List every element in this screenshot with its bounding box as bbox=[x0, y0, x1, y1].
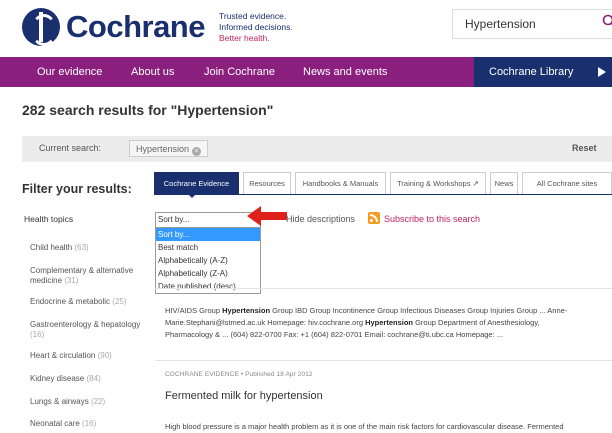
tab-all-cochrane-sites[interactable]: All Cochrane sites bbox=[522, 172, 612, 194]
results-title: 282 search results for "Hypertension" bbox=[22, 102, 274, 118]
tagline-line-1: Trusted evidence. bbox=[219, 11, 287, 21]
cochrane-library-label: Cochrane Library bbox=[489, 66, 574, 78]
rss-icon bbox=[368, 212, 380, 224]
topic-name: Child health bbox=[30, 243, 73, 252]
tab-news[interactable]: News bbox=[490, 172, 518, 194]
current-search-label: Current search: bbox=[39, 143, 102, 153]
keyword-highlight: Hypertension bbox=[222, 306, 271, 315]
result-divider bbox=[155, 360, 612, 361]
remove-chip-icon[interactable]: × bbox=[192, 147, 202, 156]
topic-name: Neonatal care bbox=[30, 419, 80, 428]
sort-select[interactable]: Sort by... bbox=[155, 212, 261, 228]
tab-training-label: Training & Workshops bbox=[397, 179, 471, 188]
topic-complementary-medicine[interactable]: Complementary & alternative medicine (31… bbox=[30, 266, 146, 286]
tab-resources[interactable]: Resources bbox=[243, 172, 291, 194]
tab-cochrane-evidence[interactable]: Cochrane Evidence bbox=[154, 172, 239, 194]
search-icon[interactable] bbox=[602, 14, 612, 28]
keyword-highlight: Hypertension bbox=[365, 318, 414, 327]
red-arrow-annotation-icon bbox=[247, 206, 287, 226]
result-snippet: HIV/AIDS Group Hypertension Group IBD Gr… bbox=[165, 305, 605, 341]
snippet-line-1: HIV/AIDS Group Hypertension Group IBD Gr… bbox=[165, 306, 568, 315]
topic-count: (22) bbox=[90, 397, 106, 406]
topic-lungs-airways[interactable]: Lungs & airways (22) bbox=[30, 397, 146, 407]
sort-option-sort-by[interactable]: Sort by... bbox=[156, 228, 260, 241]
reset-link[interactable]: Reset bbox=[572, 143, 597, 153]
hide-descriptions-link[interactable]: Hide descriptions bbox=[286, 214, 355, 224]
topic-child-health[interactable]: Child health (63) bbox=[30, 243, 146, 253]
sort-option-best-match[interactable]: Best match bbox=[156, 241, 260, 254]
topic-count: (16) bbox=[82, 419, 97, 428]
cochrane-logo-icon bbox=[22, 8, 60, 46]
result-title-link[interactable]: Fermented milk for hypertension bbox=[165, 390, 323, 402]
tagline-line-3: Better health. bbox=[219, 33, 270, 43]
logo-text: Cochrane bbox=[66, 9, 205, 44]
chip-label: Hypertension bbox=[136, 144, 190, 154]
topic-name: Kidney disease bbox=[30, 374, 85, 383]
nav-our-evidence[interactable]: Our evidence bbox=[37, 57, 102, 87]
cochrane-logo[interactable]: Cochrane bbox=[22, 8, 205, 46]
topic-name: Gastroenterology & hepatology bbox=[30, 320, 141, 329]
site-header: Cochrane Trusted evidence. Informed deci… bbox=[0, 0, 612, 55]
sort-option-alpha-az[interactable]: Alphabetically (A-Z) bbox=[156, 254, 260, 267]
snippet-line-3: Pharmacology & ... (604) 822-0700 Fax: +… bbox=[165, 330, 504, 339]
topic-count: (84) bbox=[86, 374, 101, 383]
play-arrow-icon bbox=[598, 67, 606, 77]
cochrane-library-button[interactable]: Cochrane Library bbox=[474, 57, 612, 87]
tab-underline bbox=[154, 194, 612, 195]
topic-heart-circulation[interactable]: Heart & circulation (90) bbox=[30, 351, 146, 361]
subscribe-link[interactable]: Subscribe to this search bbox=[384, 214, 480, 224]
filter-title: Filter your results: bbox=[22, 182, 132, 196]
active-tab-notch bbox=[188, 194, 196, 198]
topic-neonatal-care[interactable]: Neonatal care (16) bbox=[30, 419, 146, 429]
nav-about-us[interactable]: About us bbox=[131, 57, 174, 87]
topic-name: Complementary & alternative medicine bbox=[30, 266, 134, 285]
current-search-bar: Current search: Hypertension × Reset bbox=[22, 136, 612, 162]
topic-kidney-disease[interactable]: Kidney disease (84) bbox=[30, 374, 146, 384]
topic-count: (25) bbox=[112, 297, 127, 306]
sort-options-list: Sort by... Best match Alphabetically (A-… bbox=[155, 227, 261, 294]
topic-endocrine-metabolic[interactable]: Endocrine & metabolic (25) bbox=[30, 297, 146, 307]
search-input[interactable]: Hypertension bbox=[452, 9, 612, 39]
result-meta: COCHRANE EVIDENCE • Published 18 Apr 201… bbox=[165, 371, 313, 378]
topic-gastroenterology[interactable]: Gastroenterology & hepatology (16) bbox=[30, 320, 146, 340]
topic-count: (31) bbox=[64, 276, 79, 285]
tagline: Trusted evidence. Informed decisions. Be… bbox=[219, 11, 293, 44]
tagline-line-2: Informed decisions. bbox=[219, 22, 293, 32]
main-nav: Our evidence About us Join Cochrane News… bbox=[0, 57, 612, 87]
nav-news-and-events[interactable]: News and events bbox=[303, 57, 387, 87]
search-term-chip[interactable]: Hypertension × bbox=[129, 140, 209, 157]
topic-name: Heart & circulation bbox=[30, 351, 96, 360]
sort-option-alpha-za[interactable]: Alphabetically (Z-A) bbox=[156, 267, 260, 280]
topic-count: (63) bbox=[74, 243, 89, 252]
snippet-line-2: Marie.Stephani@lstmed.ac.uk Homepage: hi… bbox=[165, 318, 540, 327]
result-description: High blood pressure is a major health pr… bbox=[165, 422, 564, 431]
topic-count: (16) bbox=[30, 330, 45, 339]
topic-name: Endocrine & metabolic bbox=[30, 297, 111, 306]
topic-count: (90) bbox=[97, 351, 112, 360]
topic-name: Lungs & airways bbox=[30, 397, 89, 406]
tab-training-workshops[interactable]: Training & Workshops ↗ bbox=[390, 172, 486, 194]
health-topics-heading: Health topics bbox=[24, 214, 74, 224]
tab-handbooks-manuals[interactable]: Handbooks & Manuals bbox=[295, 172, 386, 194]
sort-option-date-desc[interactable]: Date published (desc) bbox=[156, 280, 260, 293]
external-link-icon: ↗ bbox=[472, 179, 479, 188]
result-divider bbox=[155, 288, 612, 289]
nav-join-cochrane[interactable]: Join Cochrane bbox=[204, 57, 275, 87]
